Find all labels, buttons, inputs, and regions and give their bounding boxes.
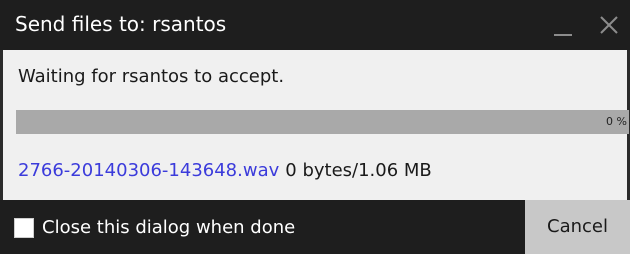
close-when-done-checkbox[interactable]	[14, 218, 34, 238]
close-when-done-label[interactable]: Close this dialog when done	[42, 217, 295, 239]
title-bar: Send files to: rsantos	[0, 0, 630, 50]
close-button[interactable]	[596, 12, 622, 38]
cancel-button[interactable]: Cancel	[525, 200, 630, 254]
file-size: 0 bytes/1.06 MB	[285, 160, 432, 181]
close-icon	[600, 16, 618, 34]
file-name-link[interactable]: 2766-20140306-143648.wav	[18, 160, 279, 181]
minimize-button[interactable]	[548, 14, 578, 38]
send-files-dialog: Send files to: rsantos Waiting for rsant…	[0, 0, 630, 254]
dialog-title: Send files to: rsantos	[15, 12, 227, 36]
progress-bar: 0 %	[16, 110, 629, 134]
progress-percent: 0 %	[606, 115, 627, 128]
minimize-icon	[554, 34, 572, 36]
dialog-footer: Close this dialog when done Cancel	[0, 200, 630, 254]
file-row: 2766-20140306-143648.wav 0 bytes/1.06 MB	[18, 160, 432, 182]
status-message: Waiting for rsantos to accept.	[18, 66, 285, 87]
